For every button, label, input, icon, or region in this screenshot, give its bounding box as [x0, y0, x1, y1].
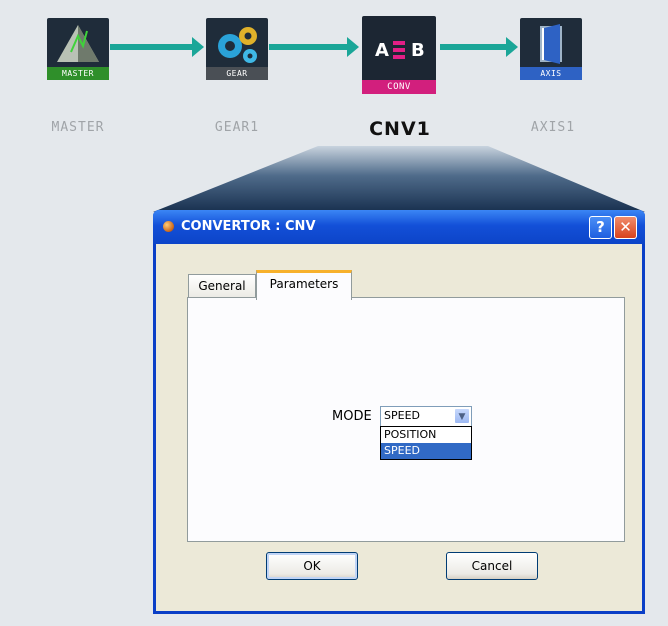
- mode-option-speed[interactable]: SPEED: [381, 443, 471, 459]
- mode-label: MODE: [332, 409, 372, 424]
- node-badge: MASTER: [47, 67, 109, 80]
- mode-dropdown-list: POSITION SPEED: [380, 426, 472, 460]
- node-badge: GEAR: [206, 67, 268, 80]
- master-node[interactable]: MASTER: [47, 18, 109, 80]
- node-label-master: MASTER: [51, 120, 105, 135]
- dialog-body: General Parameters MODE SPEED ▼ POSITION…: [156, 244, 642, 611]
- ok-button[interactable]: OK: [266, 552, 358, 580]
- node-label-gear: GEAR1: [214, 120, 260, 135]
- convert-a-glyph: A: [375, 40, 389, 61]
- pyramid-icon: [57, 25, 99, 62]
- chain-arrow: [440, 37, 518, 57]
- gear-node[interactable]: GEAR: [206, 18, 268, 80]
- workspace-canvas: MASTER GEAR A B CONV AXIS MASTER GEAR1 C…: [0, 0, 668, 626]
- tab-parameters[interactable]: Parameters: [256, 270, 352, 300]
- node-label-axis: AXIS1: [530, 120, 576, 135]
- node-badge: AXIS: [520, 67, 582, 80]
- gears-icon: [218, 27, 257, 63]
- convert-icon: A B: [375, 40, 425, 61]
- mode-select-value: SPEED: [384, 409, 420, 422]
- node-badge: CONV: [362, 80, 436, 94]
- parameters-panel: MODE SPEED ▼ POSITION SPEED: [187, 297, 625, 542]
- convert-b-glyph: B: [411, 40, 425, 61]
- axis-node[interactable]: AXIS: [520, 18, 582, 80]
- mode-select[interactable]: SPEED ▼: [380, 406, 472, 428]
- convertor-dialog: CONVERTOR : CNV ? ✕ General Parameters M…: [153, 210, 645, 614]
- dialog-title: CONVERTOR : CNV: [181, 219, 316, 234]
- close-button[interactable]: ✕: [614, 216, 637, 239]
- chevron-down-icon[interactable]: ▼: [454, 408, 470, 424]
- tab-general[interactable]: General: [188, 274, 256, 297]
- door-icon: [540, 24, 562, 64]
- mode-option-position[interactable]: POSITION: [381, 427, 471, 443]
- node-label-convertor: CNV1: [369, 118, 431, 140]
- chain-arrow: [110, 37, 204, 57]
- dialog-titlebar[interactable]: CONVERTOR : CNV ? ✕: [153, 210, 645, 244]
- convertor-node[interactable]: A B CONV: [362, 16, 436, 94]
- cancel-button[interactable]: Cancel: [446, 552, 538, 580]
- app-icon: [163, 221, 174, 232]
- help-button[interactable]: ?: [589, 216, 612, 239]
- chain-arrow: [269, 37, 359, 57]
